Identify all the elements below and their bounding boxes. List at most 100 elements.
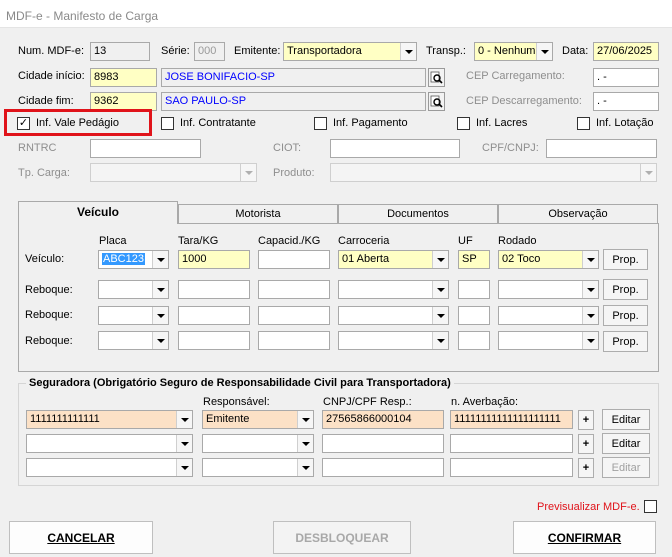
reboque-tara-field[interactable] — [178, 306, 250, 325]
averbacao-label: n. Averbação: — [451, 396, 519, 408]
search-icon[interactable] — [428, 92, 445, 111]
tab-documentos[interactable]: Documentos — [338, 204, 498, 224]
editar-button[interactable]: Editar — [602, 457, 650, 478]
cpf-cnpj-field[interactable] — [546, 139, 657, 158]
editar-button[interactable]: Editar — [602, 409, 650, 430]
chevron-down-icon[interactable] — [582, 251, 598, 268]
placa-select[interactable]: ABC123 — [98, 250, 169, 269]
data-field[interactable]: 27/06/2025 — [593, 42, 659, 61]
responsavel-select[interactable]: Emitente — [202, 410, 314, 429]
responsavel-select[interactable] — [202, 458, 314, 477]
cep-carregamento-field[interactable]: . - — [593, 68, 659, 87]
carroceria-select[interactable]: 01 Aberta — [338, 250, 449, 269]
prop-button-veiculo[interactable]: Prop. — [603, 249, 648, 270]
tab-motorista[interactable]: Motorista — [178, 204, 338, 224]
reboque-uf-field[interactable] — [458, 280, 490, 299]
averbacao-field[interactable]: 11111111111111111111 — [450, 410, 573, 429]
chevron-down-icon[interactable] — [297, 459, 313, 476]
reboque-capacid-field[interactable] — [258, 280, 330, 299]
reboque-carroceria-select[interactable] — [338, 306, 449, 325]
chevron-down-icon[interactable] — [152, 307, 168, 324]
seguradora-select[interactable]: 1111111111111 — [26, 410, 193, 429]
reboque-uf-field[interactable] — [458, 306, 490, 325]
chevron-down-icon[interactable] — [297, 411, 313, 428]
averbacao-field[interactable] — [450, 458, 573, 477]
chevron-down-icon[interactable] — [640, 164, 656, 181]
reboque-capacid-field[interactable] — [258, 306, 330, 325]
add-averbacao-button[interactable]: + — [578, 434, 594, 454]
chevron-down-icon[interactable] — [432, 251, 448, 268]
tara-field[interactable]: 1000 — [178, 250, 250, 269]
seguradora-select[interactable] — [26, 434, 193, 453]
chevron-down-icon[interactable] — [582, 332, 598, 349]
pagamento-checkbox[interactable] — [314, 117, 327, 130]
vale-pedagio-checkbox[interactable]: ✓ — [17, 117, 30, 130]
add-averbacao-button[interactable]: + — [578, 410, 594, 430]
tp-carga-select[interactable] — [90, 163, 257, 182]
transp-select[interactable]: 0 - Nenhum — [474, 42, 553, 61]
chevron-down-icon[interactable] — [432, 281, 448, 298]
uf-field[interactable]: SP — [458, 250, 490, 269]
reboque-placa-select[interactable] — [98, 280, 169, 299]
reboque-rodado-select[interactable] — [498, 306, 599, 325]
contratante-checkbox[interactable] — [161, 117, 174, 130]
produto-select[interactable] — [330, 163, 657, 182]
reboque-capacid-field[interactable] — [258, 331, 330, 350]
cancel-button[interactable]: CANCELAR — [9, 521, 153, 554]
averbacao-field[interactable] — [450, 434, 573, 453]
reboque-rodado-select[interactable] — [498, 331, 599, 350]
reboque-tara-field[interactable] — [178, 280, 250, 299]
chevron-down-icon[interactable] — [432, 307, 448, 324]
add-averbacao-button[interactable]: + — [578, 458, 594, 478]
reboque-label: Reboque: — [25, 335, 73, 347]
reboque-rodado-select[interactable] — [498, 280, 599, 299]
reboque-carroceria-select[interactable] — [338, 280, 449, 299]
reboque-uf-field[interactable] — [458, 331, 490, 350]
rodado-select[interactable]: 02 Toco — [498, 250, 599, 269]
prop-button-reboque[interactable]: Prop. — [603, 331, 648, 352]
search-icon[interactable] — [428, 68, 445, 87]
confirm-button[interactable]: CONFIRMAR — [513, 521, 656, 554]
prop-button-reboque[interactable]: Prop. — [603, 305, 648, 326]
previsualizar-checkbox[interactable] — [644, 500, 657, 513]
cnpj-resp-field[interactable]: 27565866000104 — [322, 410, 444, 429]
chevron-down-icon[interactable] — [432, 332, 448, 349]
reboque-placa-select[interactable] — [98, 306, 169, 325]
rntrc-field[interactable] — [90, 139, 201, 158]
chevron-down-icon[interactable] — [536, 43, 552, 60]
responsavel-select[interactable] — [202, 434, 314, 453]
prop-button-reboque[interactable]: Prop. — [603, 279, 648, 300]
reboque-tara-field[interactable] — [178, 331, 250, 350]
chevron-down-icon[interactable] — [240, 164, 256, 181]
tab-observacao[interactable]: Observação — [498, 204, 658, 224]
serie-label: Série: — [161, 45, 190, 57]
serie-field[interactable]: 000 — [194, 42, 225, 61]
unlock-button[interactable]: DESBLOQUEAR — [273, 521, 411, 554]
chevron-down-icon[interactable] — [152, 281, 168, 298]
chevron-down-icon[interactable] — [176, 411, 192, 428]
chevron-down-icon[interactable] — [176, 435, 192, 452]
chevron-down-icon[interactable] — [152, 332, 168, 349]
capacid-field[interactable] — [258, 250, 330, 269]
reboque-carroceria-select[interactable] — [338, 331, 449, 350]
lotacao-label: Inf. Lotação — [596, 117, 654, 129]
cidade-inicio-code[interactable]: 8983 — [90, 68, 157, 87]
chevron-down-icon[interactable] — [400, 43, 416, 60]
cep-descarregamento-field[interactable]: . - — [593, 92, 659, 111]
chevron-down-icon[interactable] — [582, 281, 598, 298]
tab-veiculo[interactable]: Veículo — [18, 201, 178, 224]
seguradora-select[interactable] — [26, 458, 193, 477]
chevron-down-icon[interactable] — [297, 435, 313, 452]
num-mdfe-field[interactable]: 13 — [90, 42, 150, 61]
chevron-down-icon[interactable] — [176, 459, 192, 476]
editar-button[interactable]: Editar — [602, 433, 650, 454]
emitente-select[interactable]: Transportadora — [283, 42, 417, 61]
cnpj-resp-field[interactable] — [322, 434, 444, 453]
lacres-checkbox[interactable] — [457, 117, 470, 130]
chevron-down-icon[interactable] — [152, 251, 168, 268]
ciot-field[interactable] — [330, 139, 460, 158]
reboque-placa-select[interactable] — [98, 331, 169, 350]
chevron-down-icon[interactable] — [582, 307, 598, 324]
lotacao-checkbox[interactable] — [577, 117, 590, 130]
cnpj-resp-field[interactable] — [322, 458, 444, 477]
